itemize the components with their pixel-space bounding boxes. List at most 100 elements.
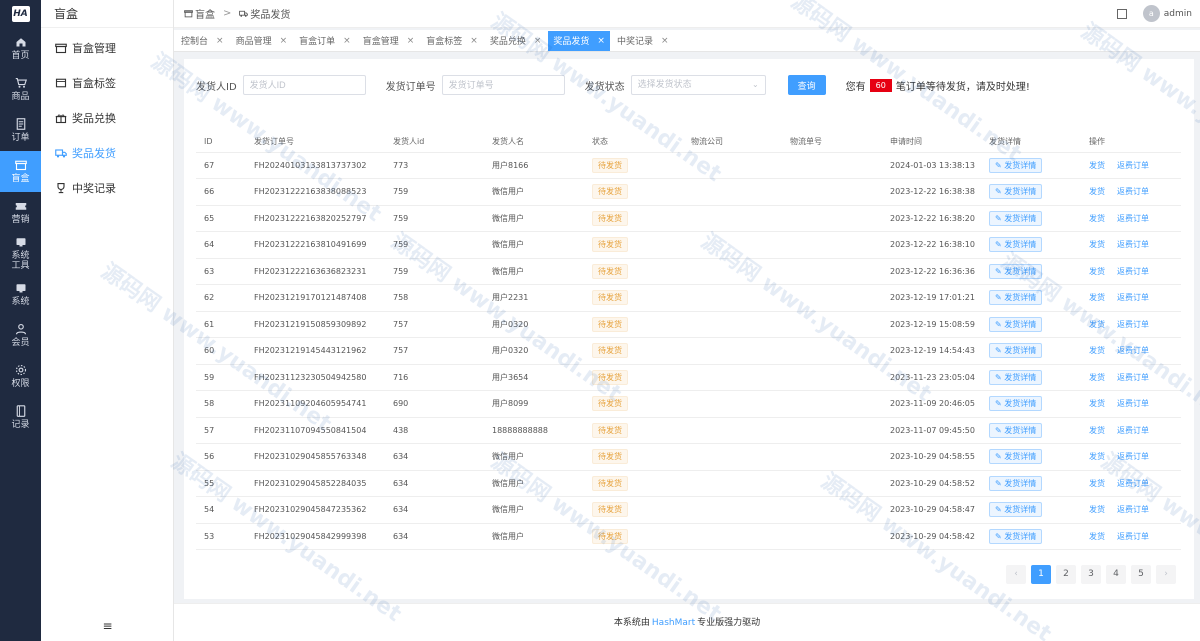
tab-1[interactable]: 商品管理 ×: [231, 31, 293, 51]
ship-link[interactable]: 发货: [1089, 532, 1105, 541]
status-select[interactable]: 选择发货状态 ⌄: [630, 75, 766, 95]
ship-link[interactable]: 发货: [1089, 240, 1105, 249]
breadcrumb: 盲盒 > 奖品发货: [174, 6, 290, 21]
close-icon[interactable]: ×: [597, 36, 605, 46]
shipping-detail-button[interactable]: ✎ 发货详情: [989, 290, 1043, 306]
cell-detail: ✎ 发货详情: [981, 231, 1081, 259]
close-icon[interactable]: ×: [343, 36, 351, 46]
submenu-item-0[interactable]: 盲盒管理: [41, 30, 173, 65]
rail-item-1[interactable]: 商品: [0, 69, 41, 110]
rail-item-9[interactable]: 记录: [0, 397, 41, 438]
ship-link[interactable]: 发货: [1089, 479, 1105, 488]
tab-0[interactable]: 控制台 ×: [176, 31, 229, 51]
page-button-3[interactable]: 3: [1081, 565, 1101, 584]
status-badge: 待发货: [592, 475, 628, 491]
tab-5[interactable]: 奖品兑换 ×: [485, 31, 547, 51]
page-button-1[interactable]: 1: [1031, 565, 1051, 584]
order-no-input[interactable]: [441, 75, 565, 95]
close-icon[interactable]: ×: [280, 36, 288, 46]
return-order-link[interactable]: 返费订单: [1117, 505, 1149, 514]
rail-item-4[interactable]: 营销: [0, 192, 41, 233]
ship-link[interactable]: 发货: [1089, 267, 1105, 276]
rail-item-3[interactable]: 盲盒: [0, 151, 41, 192]
return-order-link[interactable]: 返费订单: [1117, 320, 1149, 329]
return-order-link[interactable]: 返费订单: [1117, 373, 1149, 382]
fullscreen-icon[interactable]: [1116, 8, 1127, 19]
tab-6[interactable]: 奖品发货 ×: [548, 30, 610, 51]
cell-logistics-company: [683, 364, 782, 391]
submenu-item-1[interactable]: 盲盒标签: [41, 65, 173, 100]
return-order-link[interactable]: 返费订单: [1117, 452, 1149, 461]
return-order-link[interactable]: 返费订单: [1117, 426, 1149, 435]
submenu-item-4[interactable]: 中奖记录: [41, 170, 173, 205]
shipping-detail-button[interactable]: ✎ 发货详情: [989, 396, 1043, 412]
page-button-5[interactable]: 5: [1131, 565, 1151, 584]
return-order-link[interactable]: 返费订单: [1117, 532, 1149, 541]
page-button-4[interactable]: 4: [1106, 565, 1126, 584]
rail-item-0[interactable]: 首页: [0, 28, 41, 69]
submenu-item-3[interactable]: 奖品发货: [41, 135, 173, 170]
page-button-2[interactable]: 2: [1056, 565, 1076, 584]
ship-link[interactable]: 发货: [1089, 452, 1105, 461]
shipper-id-input[interactable]: [242, 75, 366, 95]
return-order-link[interactable]: 返费订单: [1117, 214, 1149, 223]
return-order-link[interactable]: 返费订单: [1117, 267, 1149, 276]
return-order-link[interactable]: 返费订单: [1117, 346, 1149, 355]
tab-2[interactable]: 盲盒订单 ×: [294, 31, 356, 51]
return-order-link[interactable]: 返费订单: [1117, 187, 1149, 196]
shipping-detail-button[interactable]: ✎ 发货详情: [989, 157, 1043, 173]
next-page-button[interactable]: ›: [1156, 565, 1176, 584]
shipping-detail-button[interactable]: ✎ 发货详情: [989, 422, 1043, 438]
shipping-detail-button[interactable]: ✎ 发货详情: [989, 528, 1043, 544]
rail-item-6[interactable]: 系统: [0, 274, 41, 315]
return-order-link[interactable]: 返费订单: [1117, 399, 1149, 408]
rail-item-5[interactable]: 系统 工具: [0, 233, 41, 274]
shipping-detail-button[interactable]: ✎ 发货详情: [989, 369, 1043, 385]
search-button[interactable]: 查询: [787, 75, 826, 95]
close-icon[interactable]: ×: [470, 36, 478, 46]
ship-link[interactable]: 发货: [1089, 187, 1105, 196]
avatar[interactable]: a: [1142, 5, 1160, 22]
shipping-detail-button[interactable]: ✎ 发货详情: [989, 449, 1043, 465]
shipping-detail-button[interactable]: ✎ 发货详情: [989, 237, 1043, 253]
tab-4[interactable]: 盲盒标签 ×: [421, 31, 483, 51]
return-order-link[interactable]: 返费订单: [1117, 293, 1149, 302]
shipping-detail-button[interactable]: ✎ 发货详情: [989, 343, 1043, 359]
cell-shipper-id: 634: [385, 496, 484, 524]
footer-brand-link[interactable]: HashMart: [652, 618, 695, 628]
shipping-detail-button[interactable]: ✎ 发货详情: [989, 263, 1043, 279]
prev-page-button[interactable]: ‹: [1006, 565, 1026, 584]
edit-icon: ✎: [995, 505, 1005, 515]
close-icon[interactable]: ×: [534, 36, 542, 46]
shipping-detail-button[interactable]: ✎ 发货详情: [989, 184, 1043, 200]
shipping-detail-button[interactable]: ✎ 发货详情: [989, 502, 1043, 518]
ship-link[interactable]: 发货: [1089, 161, 1105, 170]
ship-link[interactable]: 发货: [1089, 320, 1105, 329]
close-icon[interactable]: ×: [216, 36, 224, 46]
breadcrumb-root[interactable]: 盲盒: [195, 6, 215, 21]
close-icon[interactable]: ×: [661, 36, 669, 46]
ship-link[interactable]: 发货: [1089, 214, 1105, 223]
close-icon[interactable]: ×: [407, 36, 415, 46]
return-order-link[interactable]: 返费订单: [1117, 161, 1149, 170]
ship-link[interactable]: 发货: [1089, 346, 1105, 355]
shipping-detail-button[interactable]: ✎ 发货详情: [989, 475, 1043, 491]
return-order-link[interactable]: 返费订单: [1117, 240, 1149, 249]
tab-3[interactable]: 盲盒管理 ×: [358, 31, 420, 51]
rail-item-8[interactable]: 权限: [0, 356, 41, 397]
rail-item-7[interactable]: 会员: [0, 315, 41, 356]
ship-link[interactable]: 发货: [1089, 293, 1105, 302]
shipping-detail-button[interactable]: ✎ 发货详情: [989, 210, 1043, 226]
ship-link[interactable]: 发货: [1089, 505, 1105, 514]
return-order-link[interactable]: 返费订单: [1117, 479, 1149, 488]
shipping-detail-button[interactable]: ✎ 发货详情: [989, 316, 1043, 332]
ship-link[interactable]: 发货: [1089, 426, 1105, 435]
submenu-item-2[interactable]: 奖品兑换: [41, 100, 173, 135]
detail-label: 发货详情: [1004, 399, 1037, 409]
collapse-menu-icon[interactable]: ≡: [41, 619, 174, 633]
ship-link[interactable]: 发货: [1089, 399, 1105, 408]
username[interactable]: admin: [1164, 9, 1192, 19]
ship-link[interactable]: 发货: [1089, 373, 1105, 382]
tab-7[interactable]: 中奖记录 ×: [612, 31, 674, 51]
rail-item-2[interactable]: 订单: [0, 110, 41, 151]
